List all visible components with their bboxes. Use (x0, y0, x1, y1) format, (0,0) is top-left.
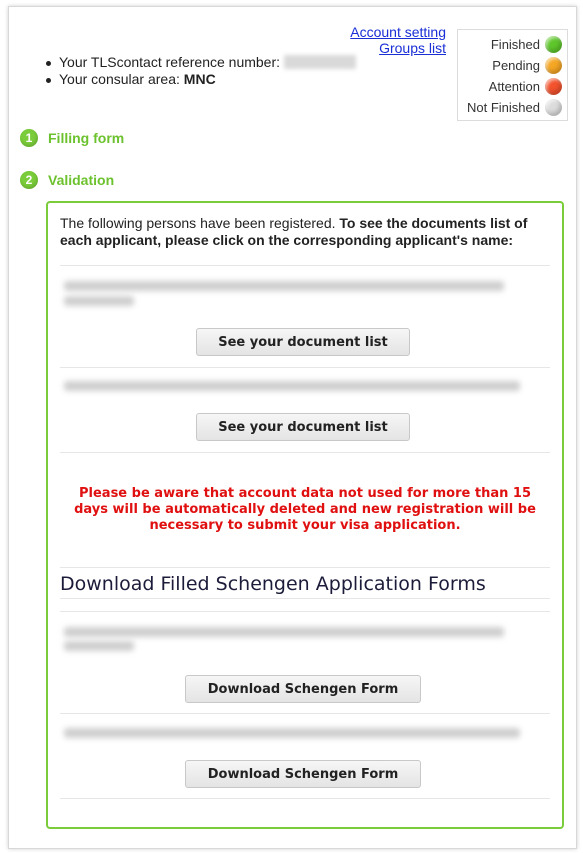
step-number-icon: 1 (20, 129, 38, 147)
download-section-title: Download Filled Schengen Application For… (60, 573, 486, 595)
registered-intro: The following persons have been register… (60, 215, 550, 249)
step-validation: 2 Validation (20, 171, 114, 189)
divider (60, 367, 550, 368)
applicant-name-redacted[interactable] (64, 281, 504, 291)
intro-text: The following persons have been register… (60, 215, 340, 231)
legend-label: Pending (492, 57, 540, 73)
download-schengen-form-button[interactable]: Download Schengen Form (185, 675, 421, 703)
applicant-name-redacted (64, 627, 504, 637)
legend-finished: Finished (491, 36, 562, 53)
status-legend: Finished Pending Attention Not Finished (457, 29, 568, 121)
step-label: Validation (48, 172, 115, 188)
legend-label: Attention (488, 78, 540, 94)
consular-area-label: Your consular area: (59, 71, 180, 87)
validation-panel: The following persons have been register… (46, 201, 564, 829)
legend-label: Finished (490, 36, 540, 52)
step-number-icon: 2 (20, 171, 38, 189)
divider (60, 598, 550, 599)
reference-number-item: Your TLScontact reference number: (44, 54, 357, 71)
applicant-name-redacted (64, 728, 520, 738)
divider (60, 452, 550, 453)
account-links: Account setting Groups list (350, 24, 446, 56)
groups-list-link[interactable]: Groups list (350, 40, 446, 56)
consular-area-value: MNC (183, 71, 216, 87)
divider (60, 798, 550, 799)
account-setting-link[interactable]: Account setting (350, 24, 446, 40)
divider (60, 713, 550, 714)
divider (60, 567, 550, 568)
see-document-list-button[interactable]: See your document list (196, 328, 410, 356)
grey-dot-icon (545, 99, 562, 116)
applicant-name-redacted (64, 641, 134, 651)
divider (60, 611, 550, 612)
applicant-info: Your TLScontact reference number: Your c… (44, 54, 357, 88)
applicant-name-redacted (64, 296, 134, 306)
orange-dot-icon (545, 57, 562, 74)
applicant-name-redacted[interactable] (64, 381, 520, 391)
red-dot-icon (545, 78, 562, 95)
reference-number-redacted (284, 55, 357, 69)
step-label: Filling form (48, 130, 125, 146)
account-deletion-warning: Please be aware that account data not us… (74, 486, 536, 533)
legend-attention: Attention (489, 78, 562, 95)
divider (60, 265, 550, 266)
see-document-list-button[interactable]: See your document list (196, 413, 410, 441)
green-dot-icon (545, 36, 562, 53)
reference-number-label: Your TLScontact reference number: (59, 54, 281, 70)
legend-label: Not Finished (467, 99, 540, 115)
consular-area-item: Your consular area: MNC (44, 71, 356, 88)
legend-pending: Pending (492, 57, 562, 74)
download-schengen-form-button[interactable]: Download Schengen Form (185, 760, 421, 788)
step-filling-form[interactable]: 1 Filling form (20, 129, 124, 147)
legend-not-finished: Not Finished (467, 99, 562, 116)
